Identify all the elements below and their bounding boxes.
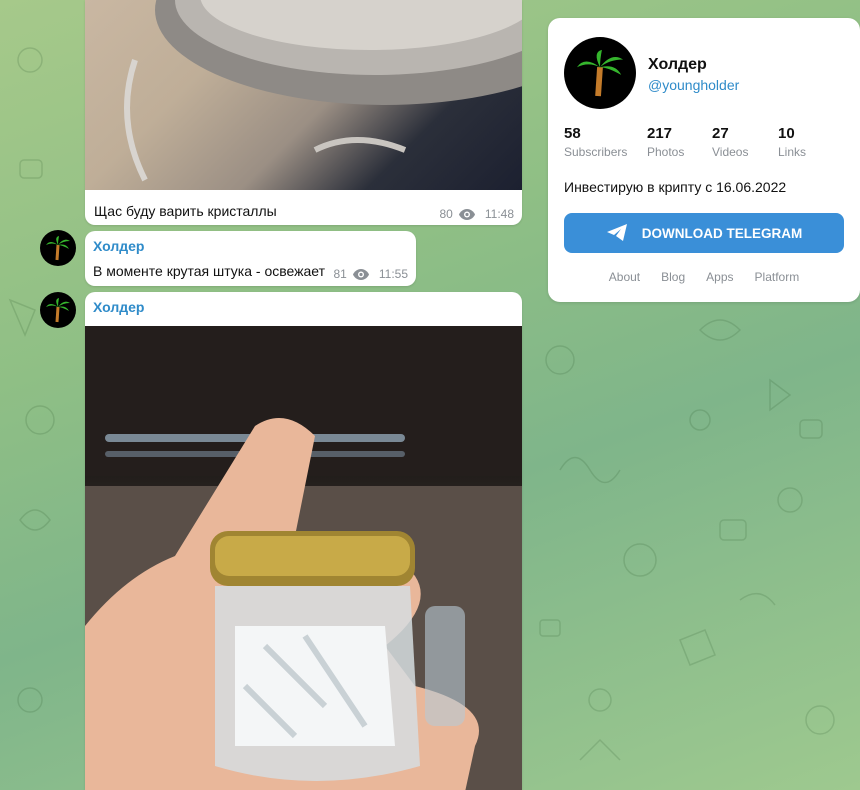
eye-icon [458, 208, 475, 220]
stat-value: 10 [778, 125, 795, 142]
channel-stats: 58 Subscribers 217 Photos 27 Videos 10 L… [564, 125, 838, 159]
stat-value: 27 [712, 125, 729, 142]
palm-tree-icon [576, 49, 624, 97]
stat-subscribers[interactable]: 58 Subscribers [564, 125, 647, 159]
palm-tree-icon [46, 298, 70, 323]
message-text: Щас буду варить кристаллы [94, 203, 277, 219]
channel-card: Холдер @youngholder 58 Subscribers 217 P… [548, 18, 860, 302]
stat-label: Photos [647, 145, 685, 159]
footer-link-platform[interactable]: Platform [755, 270, 800, 284]
message-meta: 80 11:48 [440, 207, 515, 221]
stat-label: Videos [712, 145, 749, 159]
stat-photos[interactable]: 217 Photos [647, 125, 712, 159]
message-time: 11:55 [378, 267, 408, 281]
message-photo-jar[interactable] [85, 326, 522, 790]
message-author[interactable]: Холдер [93, 299, 144, 315]
stat-label: Links [778, 145, 807, 159]
view-count: 80 [439, 207, 453, 221]
download-label: DOWNLOAD TELEGRAM [641, 225, 803, 241]
message-feed: Щас буду варить кристаллы 80 11:48 Холде… [0, 0, 530, 790]
eye-icon [352, 268, 369, 280]
stat-value: 58 [564, 125, 581, 142]
telegram-plane-icon [606, 224, 627, 241]
palm-tree-icon [46, 236, 70, 261]
author-avatar[interactable] [40, 230, 76, 266]
message-bubble-1: Щас буду варить кристаллы 80 11:48 [85, 0, 522, 225]
channel-avatar[interactable] [564, 37, 636, 109]
message-photo-pot[interactable] [85, 0, 522, 190]
author-avatar[interactable] [40, 292, 76, 328]
stat-videos[interactable]: 27 Videos [712, 125, 778, 159]
stat-label: Subscribers [564, 145, 628, 159]
footer-link-blog[interactable]: Blog [661, 270, 685, 284]
message-time: 11:48 [484, 207, 514, 221]
message-bubble-2: Холдер В моменте крутая штука - освежает… [85, 231, 416, 286]
download-telegram-button[interactable]: DOWNLOAD TELEGRAM [564, 213, 844, 253]
channel-handle[interactable]: @youngholder [648, 77, 739, 93]
message-bubble-3: Холдер [85, 292, 522, 790]
view-count: 81 [333, 267, 347, 281]
footer-links: About Blog Apps Platform [548, 270, 860, 284]
footer-link-apps[interactable]: Apps [706, 270, 733, 284]
message-author[interactable]: Холдер [93, 238, 144, 254]
message-meta: 81 11:55 [334, 267, 409, 281]
message-text: В моменте крутая штука - освежает [93, 263, 326, 279]
stat-value: 217 [647, 125, 673, 142]
channel-name: Холдер [648, 56, 707, 73]
channel-description: Инвестирую в крипту с 16.06.2022 [564, 179, 787, 195]
footer-link-about[interactable]: About [609, 270, 640, 284]
stat-links[interactable]: 10 Links [778, 125, 838, 159]
